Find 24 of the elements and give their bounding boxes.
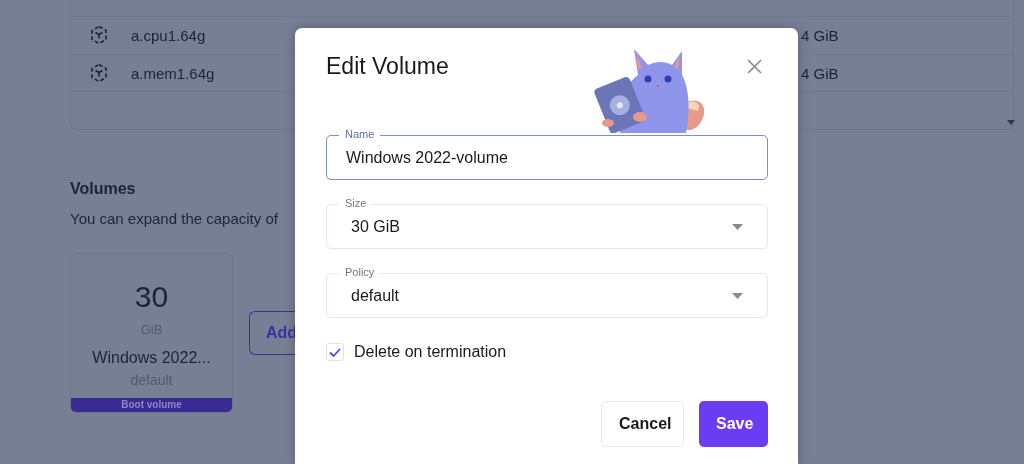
field-label: Policy <box>339 266 381 279</box>
instance-name: a.cpu1.64g <box>131 26 206 44</box>
checkbox-label[interactable]: Delete on termination <box>354 343 507 361</box>
field-label: Name <box>339 128 381 141</box>
cube-icon <box>90 25 108 46</box>
scroll-down-icon[interactable] <box>1007 120 1015 125</box>
instance-name: a.mem1.64g <box>131 64 215 82</box>
cancel-button[interactable]: Cancel <box>601 401 684 447</box>
caret-icon <box>732 223 743 230</box>
section-title: Volumes <box>70 180 136 198</box>
close-icon[interactable] <box>747 58 762 74</box>
field-label: Size <box>339 197 373 210</box>
volume-name: Windows 2022... <box>92 349 211 367</box>
save-button[interactable]: Save <box>699 401 768 447</box>
boot-volume-badge: Boot volume <box>71 398 232 412</box>
volume-size: 30 <box>134 280 169 314</box>
cube-icon <box>90 63 108 83</box>
dialog-title: Edit Volume <box>326 52 449 80</box>
memory-value: 4 GiB <box>801 26 839 44</box>
checkbox[interactable] <box>326 343 344 361</box>
checkmark-icon <box>329 347 341 357</box>
memory-value: 4 GiB <box>801 64 839 82</box>
section-description: You can expand the capacity of <box>70 210 278 227</box>
caret-icon <box>732 292 743 299</box>
